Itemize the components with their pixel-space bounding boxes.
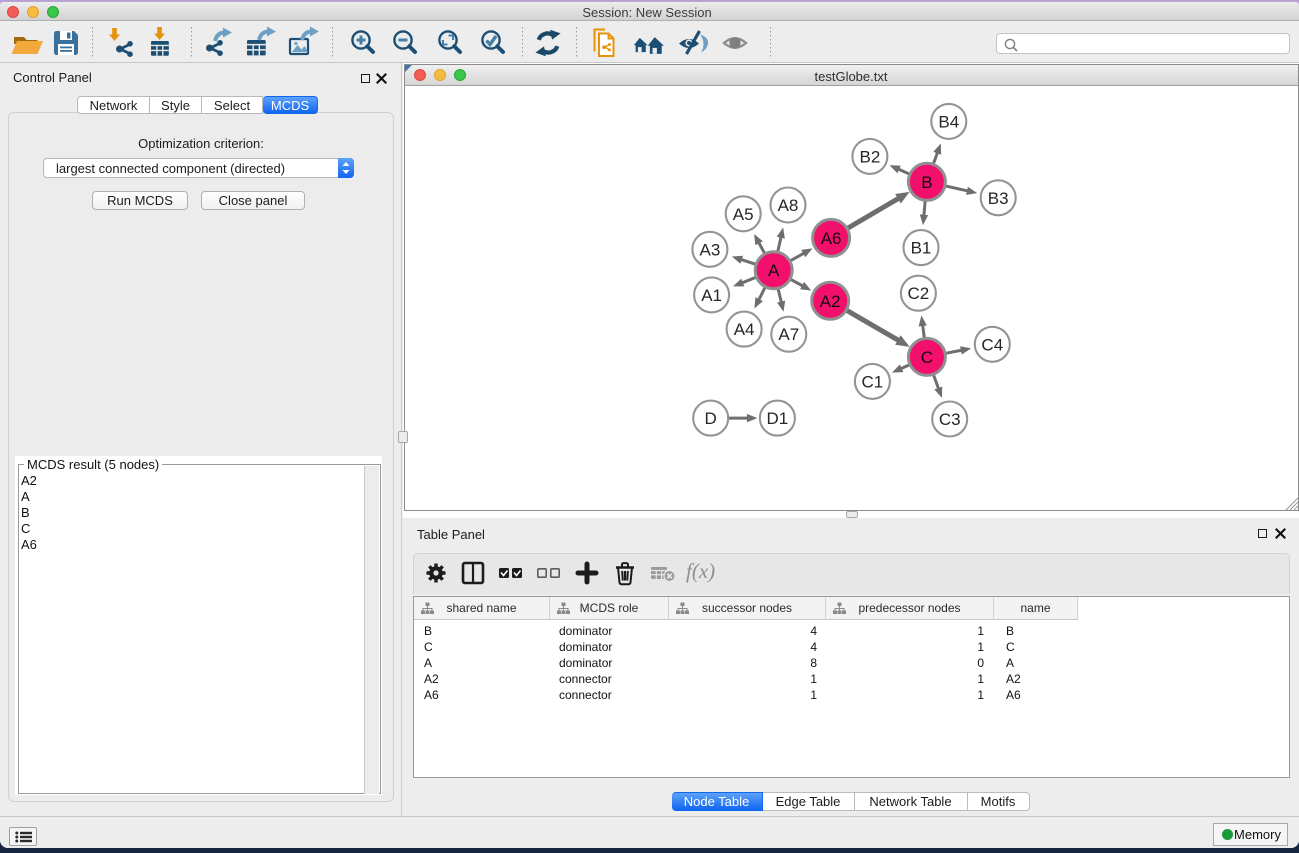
svg-text:B2: B2 [859,147,880,166]
svg-text:C4: C4 [981,335,1003,354]
svg-text:D1: D1 [766,409,788,428]
svg-text:A7: A7 [778,325,799,344]
svg-text:A4: A4 [733,320,754,339]
svg-text:A5: A5 [732,205,753,224]
svg-text:D: D [704,409,716,428]
svg-text:B1: B1 [910,239,931,258]
svg-text:A8: A8 [777,196,798,215]
svg-text:A3: A3 [699,240,720,259]
svg-text:A6: A6 [820,229,841,248]
svg-text:C2: C2 [907,284,929,303]
svg-text:A: A [768,261,780,280]
svg-text:B: B [921,173,932,192]
svg-text:A1: A1 [701,286,722,305]
svg-text:B4: B4 [938,112,959,131]
svg-text:B3: B3 [987,189,1008,208]
svg-text:A2: A2 [819,292,840,311]
svg-text:C3: C3 [938,410,960,429]
svg-text:C1: C1 [861,372,883,391]
svg-text:C: C [920,348,932,367]
